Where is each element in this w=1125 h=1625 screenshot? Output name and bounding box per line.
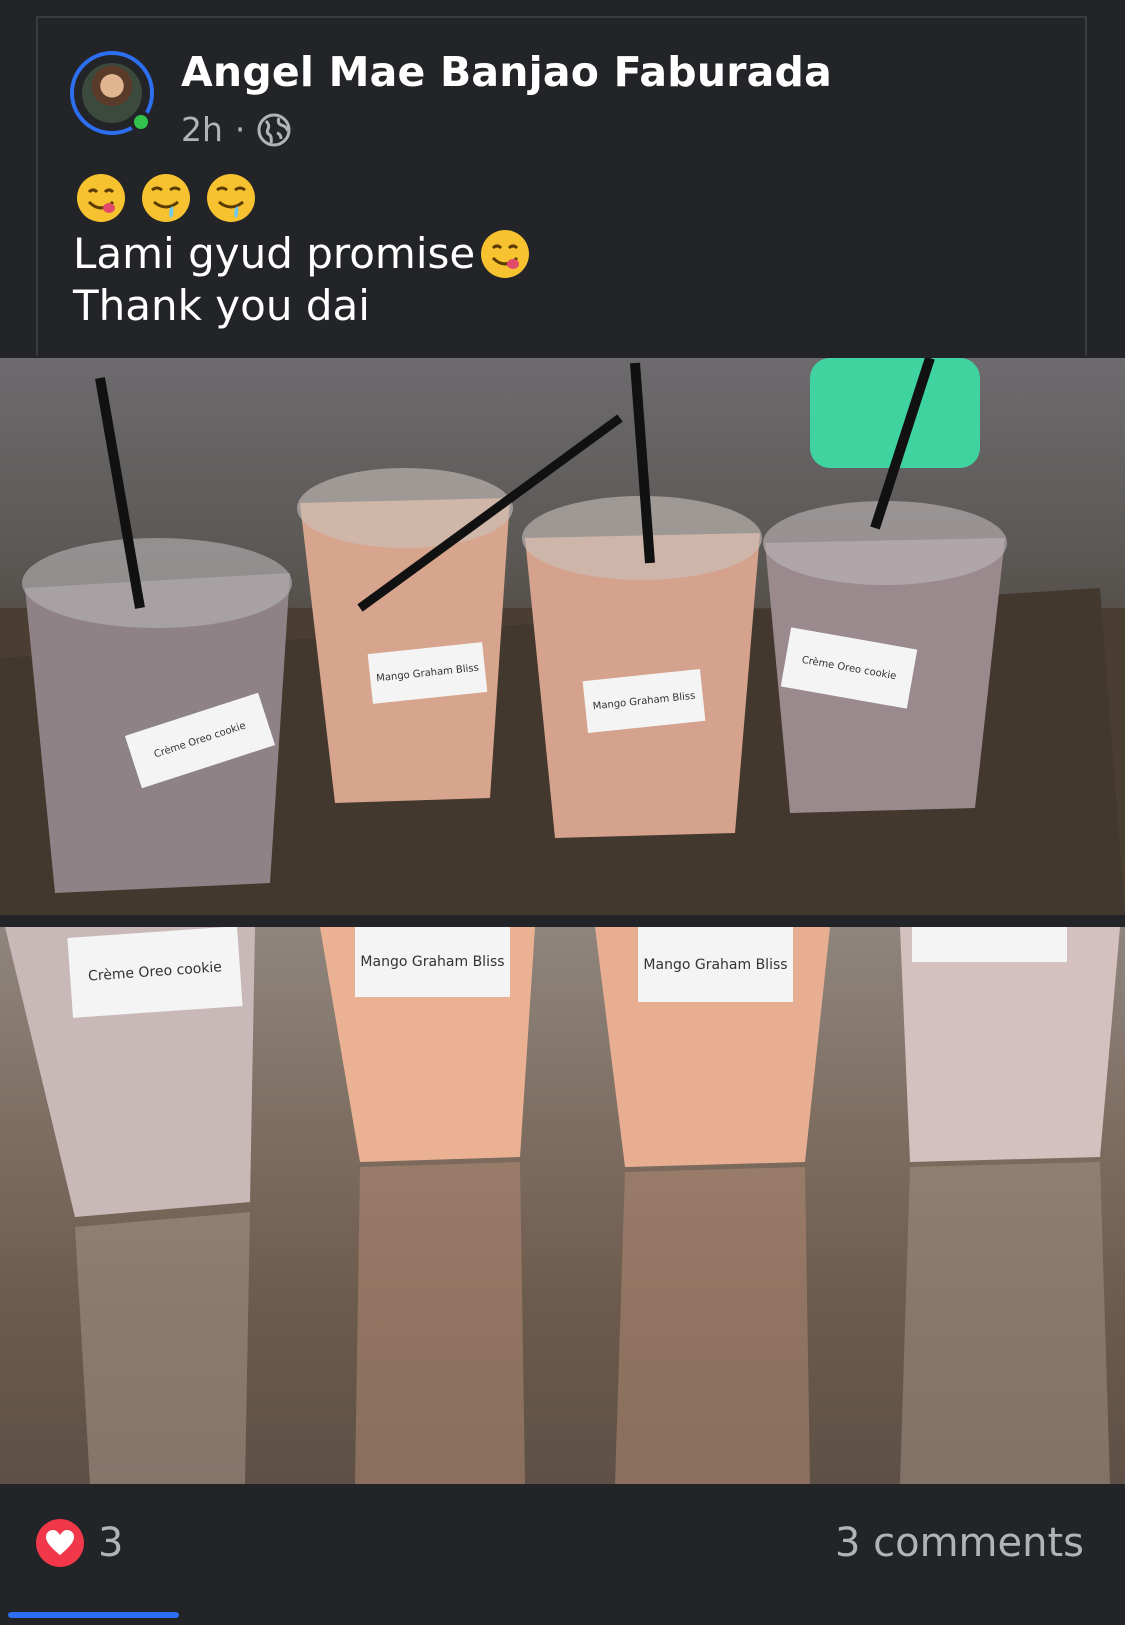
drooling-emoji-icon bbox=[207, 174, 255, 222]
post-text: Lami gyud promise bbox=[73, 229, 476, 278]
drinks-photo-top bbox=[0, 358, 1125, 915]
post-text-line1: Lami gyud promise bbox=[73, 228, 531, 280]
post-text-line2: Thank you dai bbox=[73, 281, 370, 330]
emoji-row bbox=[75, 172, 257, 224]
globe-icon bbox=[257, 113, 291, 146]
post-time[interactable]: 2h bbox=[181, 110, 223, 149]
active-tab-indicator bbox=[8, 1612, 179, 1618]
cup-label: Mango Graham Bliss bbox=[638, 927, 793, 1002]
author-name[interactable]: Angel Mae Banjao Faburada bbox=[181, 48, 832, 96]
cup-label bbox=[912, 927, 1067, 962]
heart-icon[interactable] bbox=[36, 1519, 84, 1567]
cup-label: Mango Graham Bliss bbox=[355, 927, 510, 997]
yum-emoji-icon bbox=[77, 174, 125, 222]
meta-separator: · bbox=[234, 110, 246, 149]
cup-label: Crème Oreo cookie bbox=[67, 927, 243, 1018]
comments-link[interactable]: 3 comments bbox=[835, 1520, 1084, 1566]
post-photo-top[interactable]: Crème Oreo cookie Mango Graham Bliss Man… bbox=[0, 358, 1125, 915]
heart-glyph bbox=[46, 1530, 74, 1555]
yum-emoji-icon bbox=[481, 230, 530, 278]
drooling-emoji-icon bbox=[142, 174, 190, 222]
reaction-count[interactable]: 3 bbox=[98, 1520, 123, 1566]
online-status-dot bbox=[130, 111, 152, 133]
post-meta: 2h · bbox=[181, 110, 291, 149]
post-photo-bottom[interactable]: Crème Oreo cookie Mango Graham Bliss Man… bbox=[0, 927, 1125, 1484]
